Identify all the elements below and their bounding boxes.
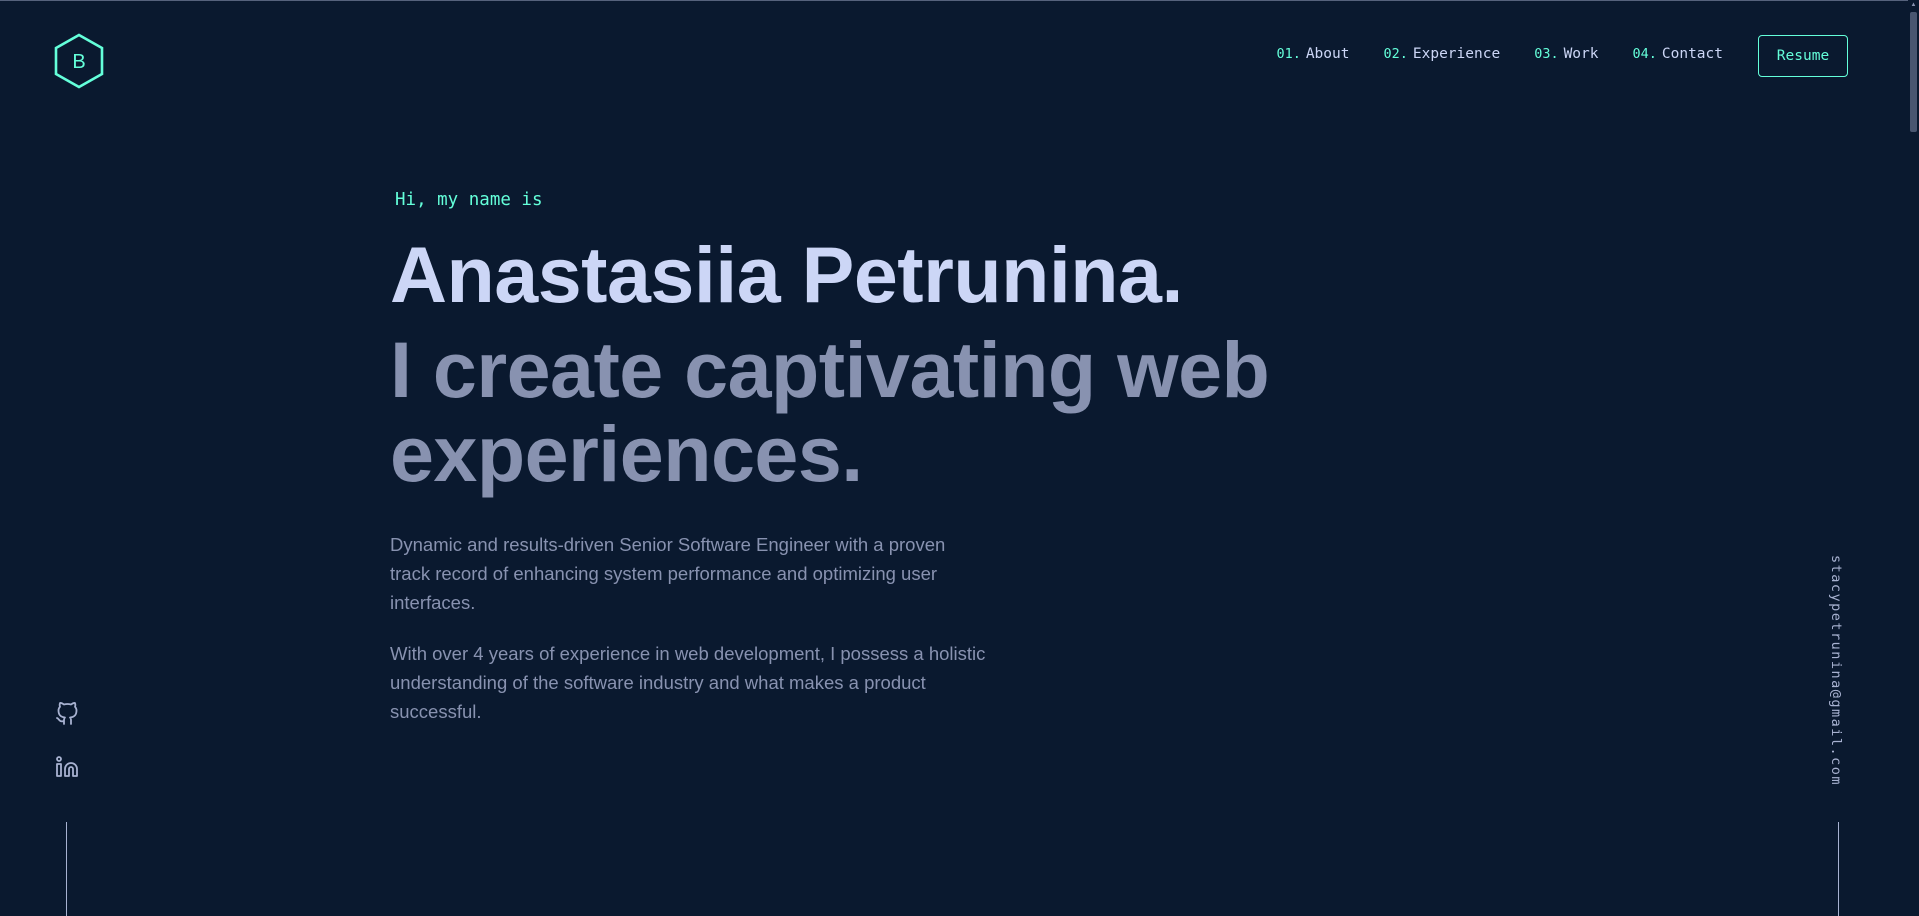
github-icon[interactable]: [55, 702, 79, 726]
nav-link-work[interactable]: 03. Work: [1534, 46, 1598, 62]
resume-button[interactable]: Resume: [1758, 35, 1848, 77]
main-nav: 01. About 02. Experience 03. Work 04. Co…: [1276, 46, 1723, 62]
hero-name: Anastasiia Petrunina.: [390, 230, 1183, 319]
nav-number: 01.: [1276, 46, 1301, 62]
bio-paragraph: With over 4 years of experience in web d…: [390, 643, 986, 722]
hero-bio: Dynamic and results-driven Senior Softwa…: [390, 530, 990, 748]
scroll-up-arrow-icon[interactable]: ▲: [1910, 2, 1917, 8]
greeting-text: Hi, my name is: [395, 190, 543, 210]
linkedin-icon[interactable]: [55, 755, 79, 779]
right-vertical-line: [1838, 822, 1839, 916]
nav-link-about[interactable]: 01. About: [1276, 46, 1349, 62]
bio-paragraph: Dynamic and results-driven Senior Softwa…: [390, 534, 946, 613]
logo-link[interactable]: B: [52, 32, 106, 90]
email-link[interactable]: stacypetrunina@gmail.com: [1828, 555, 1844, 786]
nav-number: 03.: [1534, 46, 1559, 62]
nav-link-experience[interactable]: 02. Experience: [1383, 46, 1500, 62]
nav-number: 02.: [1383, 46, 1408, 62]
nav-link-contact[interactable]: 04. Contact: [1633, 46, 1724, 62]
top-border: [0, 0, 1919, 1]
left-vertical-line: [66, 822, 67, 916]
hero-tagline: I create captivating web experiences.: [390, 325, 1270, 498]
logo-letter: B: [72, 51, 85, 73]
nav-label: About: [1305, 46, 1350, 62]
nav-label: Contact: [1661, 46, 1723, 62]
hexagon-logo-icon: B: [54, 33, 104, 89]
scrollbar-thumb[interactable]: [1910, 12, 1917, 132]
nav-label: Experience: [1412, 46, 1501, 62]
nav-number: 04.: [1632, 46, 1657, 62]
nav-label: Work: [1563, 46, 1599, 62]
scrollbar[interactable]: ▲: [1908, 0, 1919, 916]
social-links: [55, 702, 79, 808]
